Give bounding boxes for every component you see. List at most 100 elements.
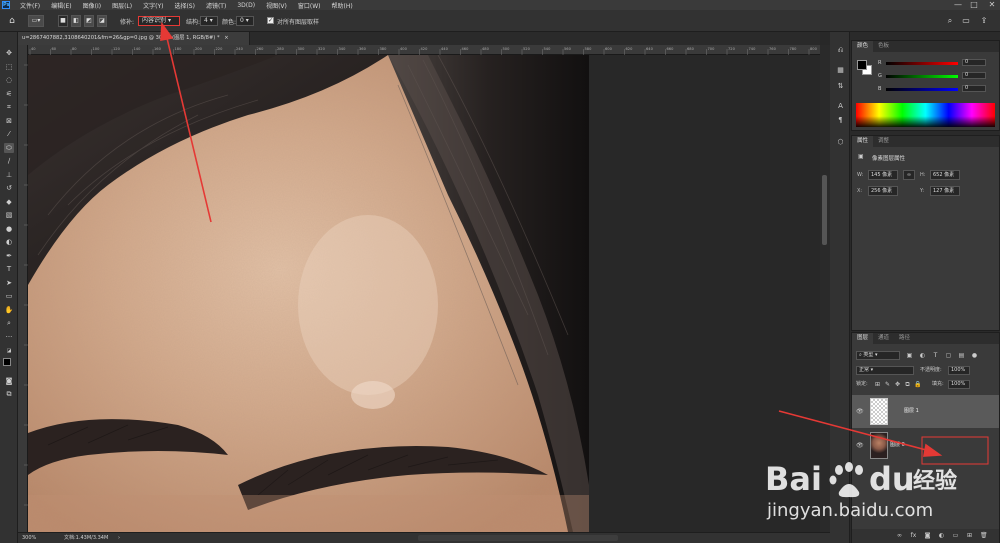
blend-mode-select[interactable]: 正常 ▾ [856, 366, 914, 375]
scrollbar-thumb[interactable] [822, 175, 827, 245]
patch-tool-icon[interactable]: ⬭ [4, 143, 14, 153]
share-icon[interactable]: ⇪ [980, 17, 988, 25]
lock-pixels-icon[interactable]: ✎ [884, 381, 891, 388]
filter-shape-icon[interactable]: ▢ [945, 352, 952, 359]
eraser-icon[interactable]: ◆ [4, 197, 14, 207]
home-icon[interactable]: ⌂ [8, 17, 16, 26]
menu-filter[interactable]: 滤镜(T) [206, 1, 226, 10]
menu-help[interactable]: 帮助(H) [332, 1, 353, 10]
blur-tool-icon[interactable]: ● [4, 224, 14, 234]
lock-artboard-icon[interactable]: ⧉ [904, 381, 911, 388]
layer-name[interactable]: 图层 1 [904, 407, 919, 416]
search-icon[interactable]: ⌕ [946, 17, 954, 25]
g-slider[interactable] [886, 75, 958, 78]
type-tool-icon[interactable]: T [4, 264, 14, 274]
eye-icon[interactable]: 👁 [856, 408, 864, 415]
screen-mode-icon[interactable]: ⧉ [4, 389, 14, 399]
menu-file[interactable]: 文件(F) [20, 1, 40, 10]
lock-transparent-icon[interactable]: ⊞ [874, 381, 881, 388]
new-group-icon[interactable]: ▭ [952, 532, 959, 539]
menu-view[interactable]: 视图(V) [266, 1, 287, 10]
opacity-field[interactable]: 100% [948, 366, 970, 375]
add-selection-icon[interactable]: ◧ [71, 15, 81, 27]
menu-edit[interactable]: 编辑(E) [51, 1, 71, 10]
y-field[interactable]: 127 像素 [930, 186, 960, 196]
minimize-button[interactable]: — [952, 0, 964, 10]
link-icon[interactable]: ∞ [903, 170, 915, 180]
new-layer-icon[interactable]: ⊞ [966, 532, 973, 539]
tab-layers[interactable]: 图层 [852, 333, 874, 344]
fx-icon[interactable]: fx [910, 532, 917, 539]
x-field[interactable]: 256 像素 [868, 186, 898, 196]
lock-position-icon[interactable]: ✥ [894, 381, 901, 388]
zoom-tool-icon[interactable]: ⌕ [4, 318, 14, 328]
patch-mode-select[interactable]: 内容识别 ▾ [138, 16, 180, 26]
hand-tool-icon[interactable]: ✋ [4, 305, 14, 315]
filter-smart-icon[interactable]: ▤ [958, 352, 965, 359]
gradient-tool-icon[interactable]: ▧ [4, 210, 14, 220]
tab-swatches[interactable]: 色板 [873, 41, 894, 52]
subtract-selection-icon[interactable]: ◩ [84, 15, 94, 27]
g-value[interactable]: 0 [962, 72, 986, 79]
layer-filter-select[interactable]: ⌕ 类型 ▾ [856, 351, 900, 360]
add-mask-icon[interactable]: ◙ [924, 532, 931, 539]
adjust-icon[interactable]: ⇅ [836, 82, 845, 91]
color-spectrum[interactable] [856, 103, 995, 127]
horizontal-scrollbar[interactable] [418, 535, 618, 541]
menu-image[interactable]: 图像(I) [83, 1, 101, 10]
menu-3d[interactable]: 3D(D) [237, 2, 255, 9]
maximize-button[interactable]: □ [968, 0, 980, 10]
clone-stamp-icon[interactable]: ⊥ [4, 170, 14, 180]
color-field[interactable]: 0 ▾ [236, 16, 254, 26]
b-slider[interactable] [886, 88, 958, 91]
layer-row[interactable]: 👁 图层 1 [852, 395, 999, 428]
default-colors-icon[interactable]: ◪ [4, 346, 14, 356]
document-image[interactable] [28, 55, 589, 532]
tab-paths[interactable]: 路径 [894, 333, 915, 344]
menu-layer[interactable]: 图层(L) [112, 1, 132, 10]
filter-type-icon[interactable]: T [932, 352, 939, 359]
r-slider[interactable] [886, 62, 958, 65]
pen-tool-icon[interactable]: ✒ [4, 251, 14, 261]
zoom-level[interactable]: 300% [22, 533, 36, 543]
layer-name[interactable]: 图层 0 [890, 441, 905, 450]
eyedropper-icon[interactable]: ⁄ [4, 129, 14, 139]
brush-tool-icon[interactable]: ∕ [4, 156, 14, 166]
structure-field[interactable]: 4 ▾ [200, 16, 218, 26]
magic-wand-icon[interactable]: ⚟ [4, 89, 14, 99]
filter-pixel-icon[interactable]: ▣ [906, 352, 913, 359]
document-size-info[interactable]: 文档:1.43M/3.34M [64, 533, 108, 543]
fill-field[interactable]: 100% [948, 380, 970, 389]
history-brush-icon[interactable]: ↺ [4, 183, 14, 193]
filter-adjust-icon[interactable]: ◐ [919, 352, 926, 359]
frame-tool-icon[interactable]: ⊠ [4, 116, 14, 126]
menu-window[interactable]: 窗口(W) [298, 1, 321, 10]
tab-color[interactable]: 颜色 [852, 41, 874, 52]
r-value[interactable]: 0 [962, 59, 986, 66]
marquee-tool-icon[interactable]: ⬚ [4, 62, 14, 72]
crop-tool-icon[interactable]: ⌗ [4, 102, 14, 112]
path-select-icon[interactable]: ➤ [4, 278, 14, 288]
foreground-color-swatch[interactable] [3, 358, 11, 366]
sample-all-checkbox[interactable]: ✓ [267, 17, 274, 24]
tab-properties[interactable]: 属性 [852, 136, 874, 147]
document-tab[interactable]: u=2867407882,3108640201&fm=26&gp=0.jpg @… [18, 32, 250, 45]
intersect-selection-icon[interactable]: ◪ [97, 15, 107, 27]
paragraph-icon[interactable]: ¶ [836, 116, 845, 125]
menu-type[interactable]: 文字(Y) [143, 1, 163, 10]
adjustment-layer-icon[interactable]: ◐ [938, 532, 945, 539]
link-layers-icon[interactable]: ∞ [896, 532, 903, 539]
tab-adjustments[interactable]: 调整 [873, 136, 894, 147]
eye-icon[interactable]: 👁 [856, 442, 864, 449]
b-value[interactable]: 0 [962, 85, 986, 92]
lasso-tool-icon[interactable]: ◌ [4, 75, 14, 85]
menu-select[interactable]: 选择(S) [174, 1, 195, 10]
tool-preset-picker[interactable]: ▭▾ [28, 15, 44, 27]
lock-all-icon[interactable]: 🔒 [914, 381, 921, 388]
w-field[interactable]: 145 像素 [868, 170, 898, 180]
horizontal-ruler[interactable]: 40 60 80 100 120 140 160 180 200 220 240 260 280 300 3… [28, 45, 838, 55]
history-icon[interactable]: ⎌ [836, 46, 845, 55]
canvas-area[interactable] [28, 55, 820, 532]
more-tools-icon[interactable]: ··· [4, 332, 14, 342]
status-arrow-icon[interactable]: › [118, 533, 120, 543]
